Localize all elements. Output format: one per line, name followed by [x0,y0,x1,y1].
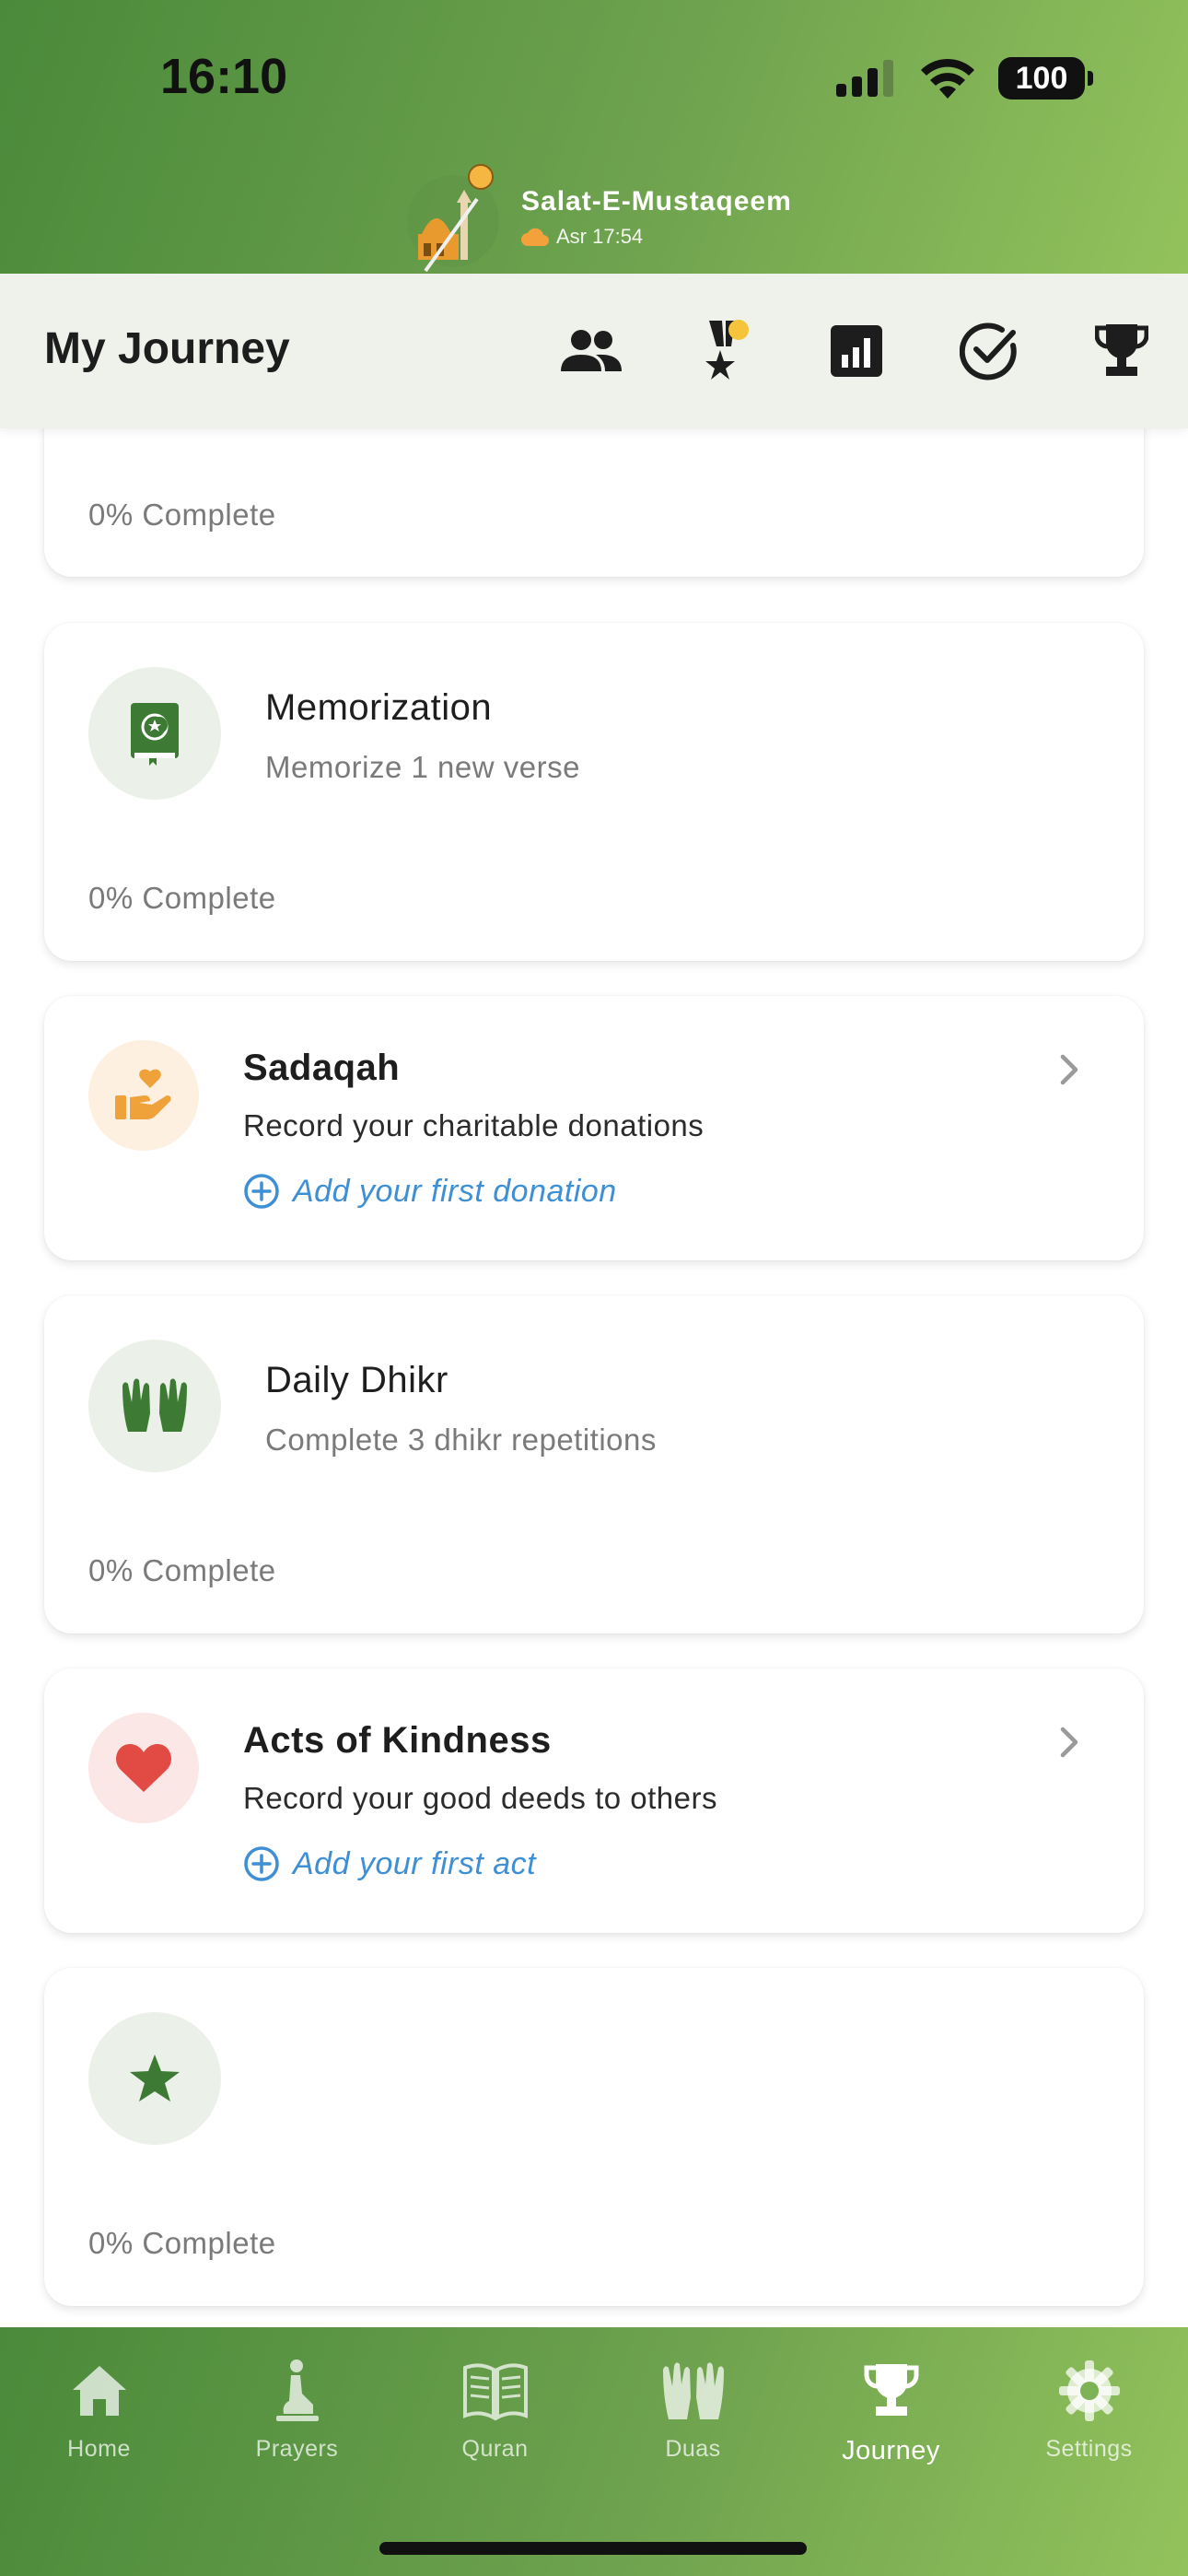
nav-label: Journey [842,2436,940,2465]
cloud-icon [521,228,549,246]
heart-icon [88,1713,199,1823]
chevron-right-icon[interactable] [1055,1051,1083,1088]
trophy-icon[interactable] [1085,314,1159,388]
prayer-person-icon [275,2359,319,2421]
add-circle-icon [244,1846,279,1881]
check-circle-icon[interactable] [952,314,1026,388]
progress-text: 0% Complete [88,1553,276,1587]
nav-quran[interactable]: Quran [396,2357,594,2463]
battery-indicator: 100 [998,57,1093,100]
wifi-icon [921,58,974,99]
chevron-right-icon[interactable] [1055,1724,1083,1761]
card-subtitle: Record your good deeds to others [243,1781,717,1815]
open-book-icon [462,2363,528,2421]
next-prayer: Asr 17:54 [521,225,792,249]
goal-card-star[interactable]: 0% Complete [44,1968,1144,2306]
nav-label: Prayers [255,2436,339,2462]
journey-toolbar: My Journey [0,274,1188,428]
status-time: 16:10 [160,49,288,104]
card-subtitle: Memorize 1 new verse [265,750,580,784]
nav-prayers[interactable]: Prayers [198,2357,396,2463]
add-act-label: Add your first act [293,1845,537,1881]
add-act-link[interactable]: Add your first act [243,1845,536,1882]
add-donation-link[interactable]: Add your first donation [243,1173,617,1210]
dua-hands-icon [662,2362,724,2419]
nav-label: Home [67,2436,131,2462]
people-icon[interactable] [554,314,628,388]
cellular-signal-icon [836,60,893,97]
nav-home[interactable]: Home [0,2357,198,2463]
card-title: Daily Dhikr [265,1360,448,1400]
home-indicator[interactable] [379,2542,807,2555]
add-circle-icon [244,1174,279,1209]
nav-label: Settings [1045,2436,1133,2462]
card-title: Acts of Kindness [243,1720,552,1761]
progress-text: 0% Complete [88,498,276,532]
charity-hand-icon [88,1040,199,1151]
app-header: 16:10 100 Salat-E-Mustaqeem Asr 17:54 [0,0,1188,274]
status-icons: 100 [836,57,1093,100]
goal-card-sadaqah[interactable]: Sadaqah Record your charitable donations… [44,996,1144,1260]
nav-journey[interactable]: Journey [792,2357,990,2466]
praying-hands-icon [88,1340,221,1472]
goal-card-daily-dhikr[interactable]: Daily Dhikr Complete 3 dhikr repetitions… [44,1295,1144,1633]
stats-icon[interactable] [820,314,893,388]
progress-text: 0% Complete [88,881,276,915]
nav-settings[interactable]: Settings [990,2357,1188,2463]
trophy-icon [864,2364,918,2416]
card-title: Sadaqah [243,1048,401,1088]
nav-label: Duas [665,2436,721,2462]
home-icon [72,2366,126,2416]
app-name: Salat-E-Mustaqeem [521,186,792,217]
page-title: My Journey [44,324,290,373]
brand[interactable]: Salat-E-Mustaqeem Asr 17:54 [405,162,792,273]
medal-icon[interactable] [687,314,761,388]
quran-book-icon [88,667,221,800]
mosque-logo-icon [407,164,499,273]
nav-label: Quran [461,2436,529,2462]
card-subtitle: Complete 3 dhikr repetitions [265,1423,657,1457]
card-subtitle: Record your charitable donations [243,1108,705,1142]
progress-text: 0% Complete [88,2226,276,2260]
gear-icon [1058,2360,1120,2421]
card-title: Memorization [265,687,493,728]
goal-card-memorization[interactable]: Memorization Memorize 1 new verse 0% Com… [44,623,1144,961]
next-prayer-time: Asr 17:54 [556,225,644,248]
screen: 16:10 100 Salat-E-Mustaqeem Asr 17:54 My… [0,0,1188,2576]
goal-card-acts-of-kindness[interactable]: Acts of Kindness Record your good deeds … [44,1669,1144,1933]
star-icon [88,2012,221,2145]
nav-duas[interactable]: Duas [594,2357,792,2463]
bottom-navigation: Home Prayers Quran Duas Journey Settings [0,2327,1188,2576]
add-donation-label: Add your first donation [293,1173,617,1209]
